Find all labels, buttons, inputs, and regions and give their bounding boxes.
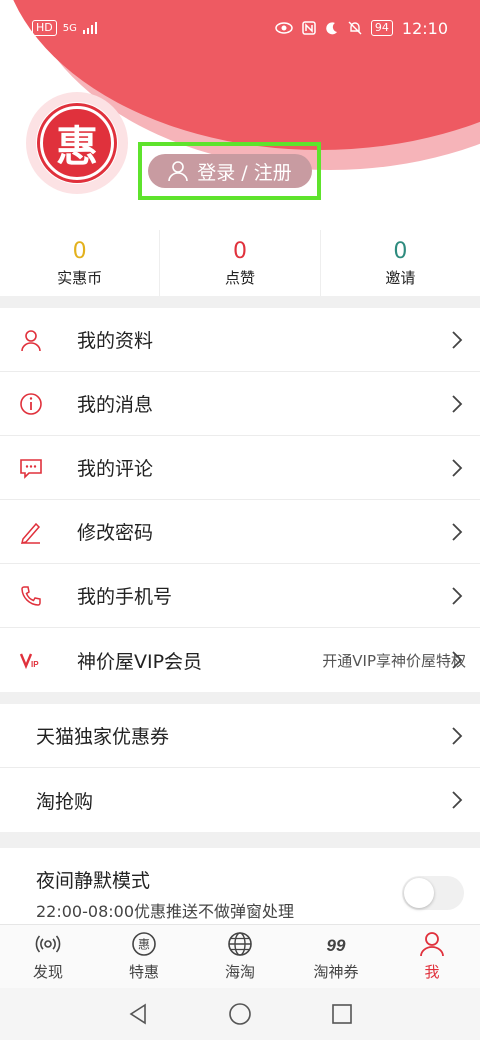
stat-likes[interactable]: 0 点赞 bbox=[160, 230, 321, 296]
menu-tmall-coupons[interactable]: 天猫独家优惠券 bbox=[0, 704, 480, 768]
menu-label: 修改密码 bbox=[77, 522, 154, 544]
vip-promo-hint: 开通VIP享神价屋特权 bbox=[322, 651, 466, 670]
menu-my-profile[interactable]: 我的资料 bbox=[0, 308, 480, 372]
avatar[interactable]: 惠 bbox=[36, 102, 118, 184]
chevron-right-icon bbox=[452, 330, 463, 349]
menu-label: 天猫独家优惠券 bbox=[36, 726, 170, 748]
system-nav-bar bbox=[0, 988, 480, 1040]
likes-count: 0 bbox=[232, 238, 247, 264]
night-mode-toggle[interactable] bbox=[402, 876, 464, 910]
user-icon bbox=[420, 932, 444, 957]
menu-label: 神价屋VIP会员 bbox=[77, 650, 203, 673]
info-icon bbox=[18, 391, 44, 417]
clock: 12:10 bbox=[401, 18, 448, 38]
menu-my-messages[interactable]: 我的消息 bbox=[0, 372, 480, 436]
chevron-right-icon bbox=[452, 522, 463, 541]
menu-my-phone[interactable]: 我的手机号 bbox=[0, 564, 480, 628]
invites-label: 邀请 bbox=[385, 268, 416, 287]
phone-icon bbox=[18, 583, 44, 609]
login-highlight: 登录 / 注册 bbox=[138, 142, 321, 200]
recents-icon[interactable] bbox=[330, 1002, 354, 1026]
login-register-label: 登录 / 注册 bbox=[197, 161, 292, 184]
svg-text:惠: 惠 bbox=[138, 938, 150, 952]
shopping-menu: 天猫独家优惠券 淘抢购 bbox=[0, 704, 480, 832]
coins-label: 实惠币 bbox=[57, 268, 103, 287]
vip-icon: IP bbox=[18, 647, 44, 673]
coupon-icon: 99 bbox=[327, 936, 346, 955]
chevron-right-icon bbox=[452, 651, 463, 669]
nfc-icon bbox=[302, 21, 316, 35]
home-icon[interactable] bbox=[228, 1002, 252, 1026]
section-divider bbox=[0, 832, 480, 848]
tab-deals[interactable]: 惠 特惠 bbox=[96, 925, 192, 988]
section-divider bbox=[0, 692, 480, 704]
menu-label: 淘抢购 bbox=[36, 790, 94, 813]
battery-level: 94 bbox=[370, 20, 393, 36]
profile-header: HD 5G 94 12:10 惠 登录 / 注册 bbox=[0, 0, 480, 230]
tab-label: 发现 bbox=[32, 963, 63, 981]
discover-icon bbox=[35, 935, 61, 953]
night-mode-row: 夜间静默模式 22:00-08:00优惠推送不做弹窗处理 bbox=[0, 848, 480, 924]
menu-vip-membership[interactable]: IP 神价屋VIP会员 开通VIP享神价屋特权 bbox=[0, 628, 480, 692]
svg-text:IP: IP bbox=[31, 660, 39, 669]
likes-label: 点赞 bbox=[224, 268, 255, 287]
tab-label: 淘神券 bbox=[313, 963, 359, 981]
menu-label: 我的消息 bbox=[77, 394, 154, 416]
menu-flash-sale[interactable]: 淘抢购 bbox=[0, 768, 480, 832]
deal-icon: 惠 bbox=[132, 932, 156, 956]
chevron-right-icon bbox=[452, 586, 463, 605]
chevron-right-icon bbox=[452, 791, 463, 809]
menu-change-password[interactable]: 修改密码 bbox=[0, 500, 480, 564]
pencil-icon bbox=[18, 519, 44, 545]
tab-label: 特惠 bbox=[128, 963, 159, 981]
invites-count: 0 bbox=[393, 238, 408, 264]
coins-count: 0 bbox=[72, 238, 87, 264]
account-menu: 我的资料 我的消息 我的评论 修改密码 我的手机号 IP 神价屋VIP会员 开通… bbox=[0, 308, 480, 692]
person-icon bbox=[18, 327, 44, 353]
chevron-right-icon bbox=[452, 394, 463, 413]
chevron-right-icon bbox=[452, 458, 463, 477]
back-icon[interactable] bbox=[126, 1002, 150, 1026]
menu-label: 我的资料 bbox=[77, 330, 154, 352]
tab-label: 海淘 bbox=[224, 963, 255, 981]
menu-label: 我的评论 bbox=[77, 458, 154, 480]
tab-discover[interactable]: 发现 bbox=[0, 925, 96, 988]
menu-label: 我的手机号 bbox=[77, 586, 173, 608]
chevron-right-icon bbox=[452, 726, 463, 745]
tab-label: 我 bbox=[424, 963, 440, 981]
menu-my-comments[interactable]: 我的评论 bbox=[0, 436, 480, 500]
comment-icon bbox=[18, 455, 44, 481]
tab-coupons[interactable]: 99 淘神券 bbox=[288, 925, 384, 988]
signal-icon bbox=[82, 22, 97, 34]
stat-coins[interactable]: 0 实惠币 bbox=[0, 230, 161, 296]
svg-text:99: 99 bbox=[327, 936, 346, 955]
login-register-button[interactable]: 登录 / 注册 bbox=[147, 154, 312, 188]
night-mode-subtitle: 22:00-08:00优惠推送不做弹窗处理 bbox=[36, 902, 294, 921]
moon-icon bbox=[326, 22, 337, 35]
night-mode-title: 夜间静默模式 bbox=[36, 870, 151, 892]
globe-icon bbox=[228, 932, 252, 956]
stats-bar: 0 实惠币 0 点赞 0 邀请 bbox=[0, 230, 480, 296]
bottom-tab-bar: 发现 惠 特惠 海淘 99 淘神券 我 bbox=[0, 924, 480, 988]
tab-global[interactable]: 海淘 bbox=[192, 925, 288, 988]
stat-invites[interactable]: 0 邀请 bbox=[321, 230, 480, 296]
eye-icon bbox=[275, 22, 293, 34]
app-logo: 惠 bbox=[40, 106, 114, 180]
status-bar: HD 5G 94 12:10 bbox=[0, 0, 480, 56]
toggle-knob bbox=[404, 878, 434, 908]
mute-icon bbox=[348, 21, 362, 35]
user-outline-icon bbox=[168, 161, 189, 182]
network-type: 5G bbox=[62, 22, 77, 34]
hd-indicator: HD bbox=[32, 20, 57, 36]
tab-me[interactable]: 我 bbox=[384, 925, 480, 988]
section-divider bbox=[0, 296, 480, 308]
